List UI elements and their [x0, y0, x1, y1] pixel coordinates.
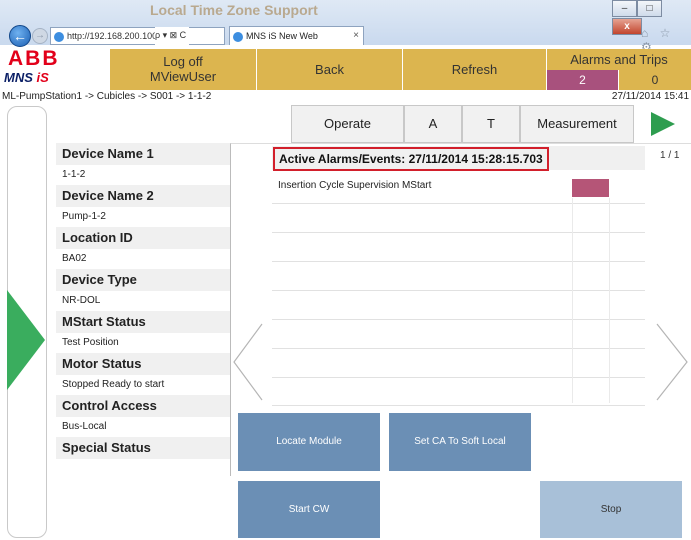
arrow-left-icon: ← [13, 28, 27, 44]
tab-measurement[interactable]: Measurement [520, 105, 634, 143]
row-divider [272, 261, 645, 262]
user-name: MViewUser [149, 69, 217, 84]
product-suffix: iS [36, 70, 49, 85]
refresh-button[interactable]: Refresh [403, 49, 547, 90]
browser-forward-button[interactable]: → [32, 28, 48, 44]
column-divider [572, 198, 573, 403]
location-id-label: Location ID [56, 227, 230, 249]
row-divider [272, 232, 645, 233]
minimize-button[interactable]: – [612, 0, 637, 17]
breadcrumb[interactable]: ML-PumpStation1 -> Cubicles -> S001 -> 1… [2, 90, 211, 104]
page-indicator: 1 / 1 [660, 150, 680, 161]
row-divider [272, 290, 645, 291]
mstart-status-label: MStart Status [56, 311, 230, 333]
previous-page-arrow-icon[interactable] [232, 322, 264, 402]
control-access-value: Bus-Local [62, 421, 107, 432]
address-bar-tools[interactable]: ρ ▾ ⊠ C [155, 27, 190, 45]
locate-module-button[interactable]: Locate Module [238, 413, 380, 471]
alarm-title: Active Alarms/Events: 27/11/2014 15:28:1… [273, 147, 549, 171]
browser-tab[interactable]: MNS iS New Web × [229, 26, 364, 45]
window-controls: – □x [612, 0, 691, 35]
tab-operate[interactable]: Operate [291, 105, 404, 143]
next-alarm-page-arrow-icon[interactable] [655, 322, 689, 402]
row-divider [272, 348, 645, 349]
device-name2-value: Pump-1-2 [62, 211, 106, 222]
mstart-status-value: Test Position [62, 337, 119, 348]
logoff-label: Log off [163, 54, 203, 69]
control-access-label: Control Access [56, 395, 230, 417]
column-divider [609, 198, 610, 403]
tab-t[interactable]: T [462, 105, 520, 143]
play-arrow-icon [651, 112, 675, 136]
device-name1-value: 1-1-2 [62, 169, 86, 180]
alarms-count-badge[interactable]: 2 [547, 70, 619, 90]
motor-status-label: Motor Status [56, 353, 230, 375]
set-ca-soft-local-button[interactable]: Set CA To Soft Local [389, 413, 531, 471]
alarm-item-text[interactable]: Insertion Cycle Supervision MStart [278, 180, 431, 191]
mns-is-logo: MNS iS [4, 71, 49, 85]
tab-title: MNS iS New Web [246, 31, 318, 41]
trips-count-badge[interactable]: 0 [619, 70, 691, 90]
row-divider [272, 203, 645, 204]
stop-button[interactable]: Stop [540, 481, 682, 538]
tab-close-icon[interactable]: × [353, 27, 359, 45]
ie-icon [233, 31, 243, 42]
alarm-status-swatch [572, 179, 609, 197]
address-bar[interactable]: http://192.168.200.100/index.p [50, 27, 225, 45]
ie-icon [54, 31, 64, 42]
logoff-button[interactable]: Log off MViewUser [110, 49, 257, 90]
back-button[interactable]: Back [257, 49, 403, 90]
background-window-title: Local Time Zone Support [150, 2, 318, 18]
current-datetime: 27/11/2014 15:41 [611, 91, 689, 102]
close-window-button[interactable]: x [612, 18, 642, 35]
special-status-label: Special Status [56, 437, 230, 459]
motor-status-value: Stopped Ready to start [62, 379, 165, 390]
maximize-button[interactable]: □ [637, 0, 662, 17]
alarms-trips-title[interactable]: Alarms and Trips [547, 49, 691, 70]
row-divider [272, 405, 645, 406]
device-type-label: Device Type [56, 269, 230, 291]
product-name: MNS [4, 70, 33, 85]
device-type-value: NR-DOL [62, 295, 101, 306]
start-cw-button[interactable]: Start CW [238, 481, 380, 538]
tab-a[interactable]: A [404, 105, 462, 143]
location-id-value: BA02 [62, 253, 87, 264]
device-name2-label: Device Name 2 [56, 185, 230, 207]
next-page-button[interactable] [634, 105, 691, 143]
row-divider [272, 377, 645, 378]
abb-logo: ABB [8, 47, 60, 70]
expand-arrow-icon[interactable] [7, 290, 45, 390]
device-name1-label: Device Name 1 [56, 143, 230, 165]
browser-back-button[interactable]: ← [9, 25, 31, 47]
arrow-right-icon: → [35, 30, 45, 41]
row-divider [272, 319, 645, 320]
